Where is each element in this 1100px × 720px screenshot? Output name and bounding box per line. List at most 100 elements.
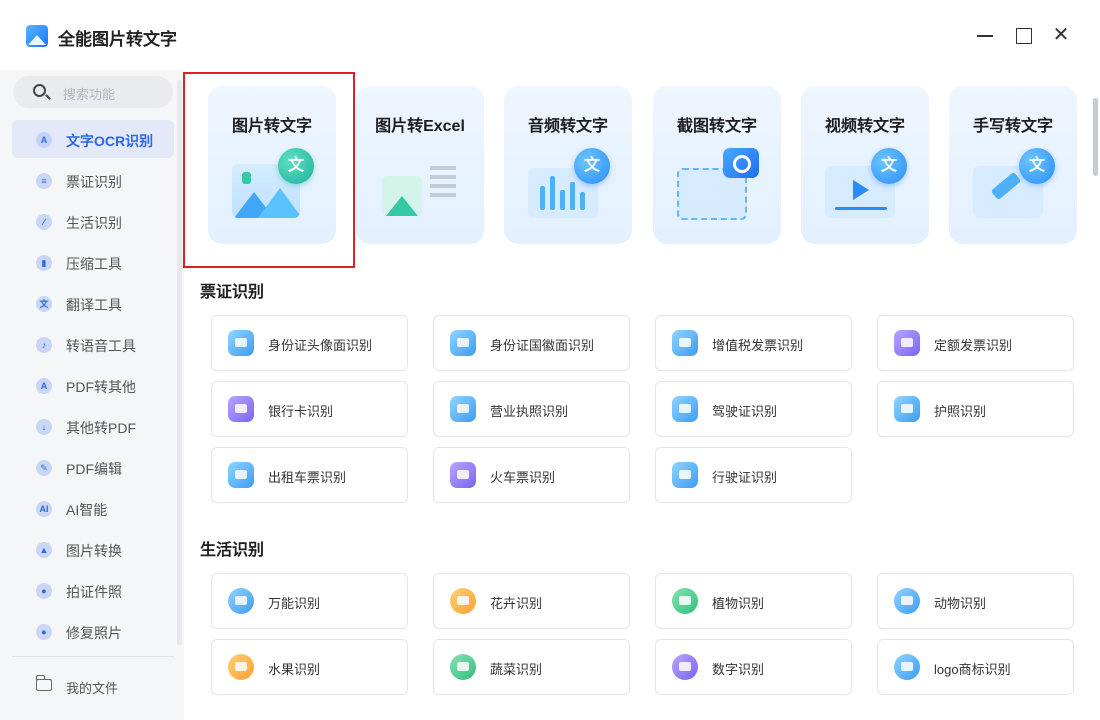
minimize-button[interactable]	[972, 22, 998, 48]
sidebar-item-repair-photo[interactable]: ● 修复照片	[12, 612, 174, 650]
feature-card-title: 截图转文字	[676, 118, 757, 135]
close-button[interactable]: ✕	[1048, 22, 1074, 48]
folder-icon	[35, 675, 52, 691]
sidebar-item-label: 其他转PDF	[66, 420, 136, 436]
tool-label: 花卉识别	[490, 596, 543, 611]
tool-icon	[894, 588, 920, 614]
tool-label: 植物识别	[712, 596, 765, 611]
my-files-button[interactable]: 我的文件	[12, 667, 174, 705]
tool-icon	[228, 330, 254, 356]
my-files-label: 我的文件	[66, 681, 119, 696]
sidebar-item-ticket[interactable]: ≡ 票证识别	[12, 161, 174, 199]
feature-card-title: 图片转文字	[231, 118, 312, 135]
tool-tile[interactable]: 行驶证识别	[655, 447, 852, 503]
sidebar-item-label: 票证识别	[66, 174, 122, 190]
tool-icon	[672, 396, 698, 422]
sidebar-item-pdf-convert[interactable]: A PDF转其他	[12, 366, 174, 404]
sidebar: 搜索功能 A 文字OCR识别 ≡ 票证识别 ⁄ 生活识别 ▮ 压缩工具文翻译工具 ♪ 转语音工具 A…	[0, 70, 184, 720]
tool-icon	[450, 396, 476, 422]
title-bar: 全能图片转文字 ✕	[0, 0, 1100, 70]
tool-tile[interactable]: 花卉识别	[433, 573, 630, 629]
tool-tile[interactable]: 护照识别	[877, 381, 1074, 437]
feature-card-2[interactable]: 图片转Excel	[356, 86, 484, 244]
tool-label: 定额发票识别	[934, 338, 1013, 353]
tool-label: 行驶证识别	[712, 470, 778, 485]
tool-tile[interactable]: 蔬菜识别	[433, 639, 630, 695]
tool-icon	[450, 654, 476, 680]
tool-tile[interactable]: 植物识别	[655, 573, 852, 629]
compress-icon: ▮	[36, 255, 52, 271]
tool-label: 营业执照识别	[490, 404, 569, 419]
tool-label: 火车票识别	[490, 470, 556, 485]
id-photo-icon: ●	[36, 583, 52, 599]
tool-tile[interactable]: 火车票识别	[433, 447, 630, 503]
sidebar-scrollbar[interactable]	[177, 80, 182, 645]
feature-card-5[interactable]: 视频转文字文	[801, 86, 929, 244]
sidebar-item-to-pdf[interactable]: ↓ 其他转PDF	[12, 407, 174, 445]
tool-label: 数字识别	[712, 662, 765, 677]
tool-tile[interactable]: 水果识别	[211, 639, 408, 695]
sidebar-item-image-convert[interactable]: ▲ 图片转换	[12, 530, 174, 568]
sidebar-item-id-photo[interactable]: ● 拍证件照	[12, 571, 174, 609]
app-logo-icon	[26, 25, 48, 47]
excel-image-icon	[382, 166, 456, 218]
sidebar-item-ocr[interactable]: A 文字OCR识别	[12, 120, 174, 158]
sidebar-item-label: 文字OCR识别	[66, 133, 154, 149]
tool-tile[interactable]: 万能识别	[211, 573, 408, 629]
feature-card-6[interactable]: 手写转文字文	[949, 86, 1077, 244]
sidebar-item-label: PDF编辑	[66, 461, 122, 477]
tool-tile[interactable]: 动物识别	[877, 573, 1074, 629]
sidebar-item-label: AI智能	[66, 502, 108, 518]
tool-tile[interactable]: 出租车票识别	[211, 447, 408, 503]
sidebar-item-pdf-edit[interactable]: ✎ PDF编辑	[12, 448, 174, 486]
sidebar-item-label: PDF转其他	[66, 379, 136, 395]
sidebar-item-label: 修复照片	[66, 625, 122, 641]
tool-label: 蔬菜识别	[490, 662, 543, 677]
search-input[interactable]: 搜索功能	[13, 76, 173, 108]
tool-tile[interactable]: 驾驶证识别	[655, 381, 852, 437]
tool-tile[interactable]: logo商标识别	[877, 639, 1074, 695]
tool-label: 增值税发票识别	[712, 338, 804, 353]
feature-card-1[interactable]: 图片转文字文	[208, 86, 336, 244]
tool-tile[interactable]: 增值税发票识别	[655, 315, 852, 371]
pdf-convert-icon: A	[36, 378, 52, 394]
tool-tile[interactable]: 身份证头像面识别	[211, 315, 408, 371]
sidebar-divider	[12, 656, 174, 657]
text-badge-icon: 文	[871, 148, 907, 184]
tool-tile[interactable]: 银行卡识别	[211, 381, 408, 437]
life-icon: ⁄	[36, 214, 52, 230]
tool-label: 出租车票识别	[268, 470, 347, 485]
pdf-edit-icon: ✎	[36, 460, 52, 476]
sidebar-item-ai[interactable]: AI AI智能	[12, 489, 174, 527]
main-scrollbar[interactable]	[1093, 98, 1098, 176]
text-badge-icon: 文	[278, 148, 314, 184]
tool-tile[interactable]: 身份证国徽面识别	[433, 315, 630, 371]
text-badge-icon: 文	[574, 148, 610, 184]
tool-icon	[672, 654, 698, 680]
repair-photo-icon: ●	[36, 624, 52, 640]
section-title: 生活识别	[200, 542, 265, 559]
feature-card-4[interactable]: 截图转文字	[653, 86, 781, 244]
sidebar-item-compress[interactable]: ▮ 压缩工具	[12, 243, 174, 281]
tool-tile[interactable]: 定额发票识别	[877, 315, 1074, 371]
feature-card-title: 视频转文字	[824, 118, 905, 135]
sidebar-item-life[interactable]: ⁄ 生活识别	[12, 202, 174, 240]
tool-label: 万能识别	[268, 596, 321, 611]
feature-card-title: 音频转文字	[527, 118, 608, 135]
tool-icon	[450, 588, 476, 614]
tool-icon	[228, 654, 254, 680]
tool-icon	[672, 588, 698, 614]
tool-tile[interactable]: 数字识别	[655, 639, 852, 695]
tool-label: 护照识别	[934, 404, 987, 419]
feature-card-3[interactable]: 音频转文字文	[504, 86, 632, 244]
camera-icon	[723, 148, 759, 178]
tool-icon	[894, 396, 920, 422]
tool-icon	[228, 588, 254, 614]
sidebar-item-translate[interactable]: 文翻译工具	[12, 284, 174, 322]
sidebar-item-voice[interactable]: ♪ 转语音工具	[12, 325, 174, 363]
tool-icon	[228, 396, 254, 422]
translate-icon: 文	[36, 296, 52, 312]
maximize-button[interactable]	[1010, 22, 1036, 48]
tool-tile[interactable]: 营业执照识别	[433, 381, 630, 437]
tool-label: 身份证头像面识别	[268, 338, 373, 353]
